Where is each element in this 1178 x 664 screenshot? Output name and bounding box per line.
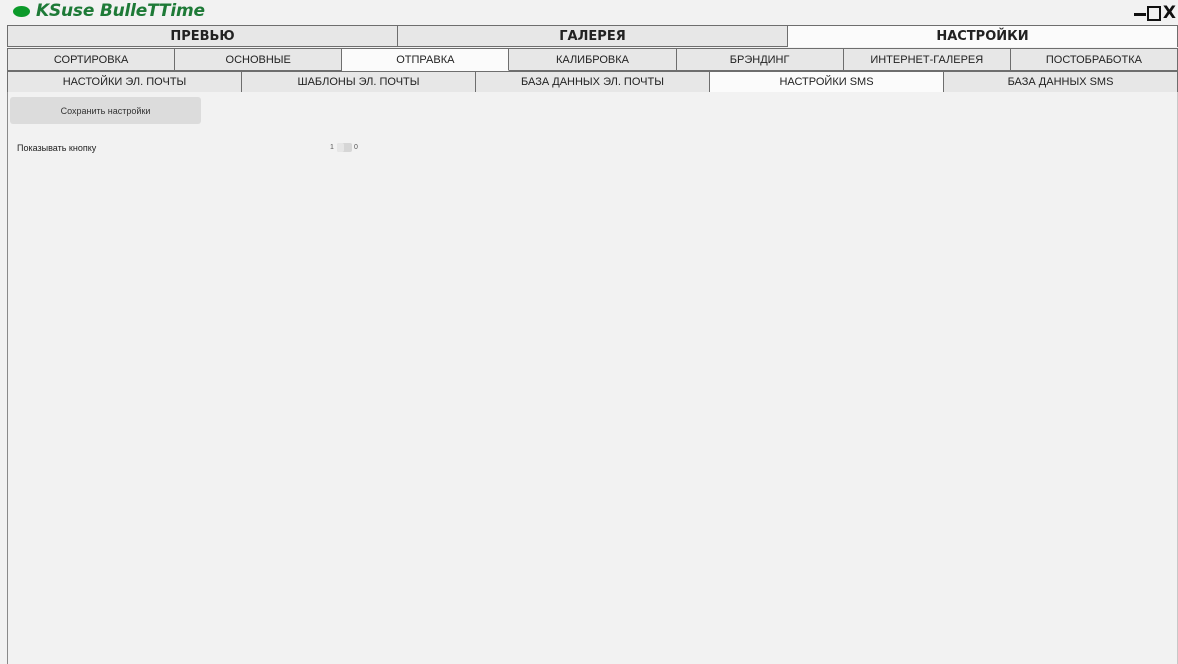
sms-settings-panel [7, 92, 1178, 664]
tab-sending[interactable]: ОТПРАВКА [342, 48, 510, 71]
main-tabs: ПРЕВЬЮ ГАЛЕРЕЯ НАСТРОЙКИ [7, 25, 1178, 47]
app-logo-icon [13, 6, 30, 17]
tab-email-templates[interactable]: ШАБЛОНЫ ЭЛ. ПОЧТЫ [242, 71, 476, 93]
window-controls: X [1133, 3, 1176, 23]
title-bar: KSuse BulleTTime X [0, 0, 1178, 22]
tab-email-database[interactable]: БАЗА ДАННЫХ ЭЛ. ПОЧТЫ [476, 71, 710, 93]
settings-tabs: СОРТИРОВКА ОСНОВНЫЕ ОТПРАВКА КАЛИБРОВКА … [7, 48, 1178, 71]
tab-postprocessing[interactable]: ПОСТОБРАБОТКА [1010, 48, 1178, 71]
tab-calibration[interactable]: КАЛИБРОВКА [509, 48, 677, 71]
toggle-on-label: 1 [330, 144, 334, 151]
tab-gallery[interactable]: ГАЛЕРЕЯ [398, 25, 788, 47]
send-tabs: НАСТОЙКИ ЭЛ. ПОЧТЫ ШАБЛОНЫ ЭЛ. ПОЧТЫ БАЗ… [7, 71, 1178, 93]
tab-settings[interactable]: НАСТРОЙКИ [788, 25, 1178, 47]
tab-preview[interactable]: ПРЕВЬЮ [7, 25, 398, 47]
tab-sorting[interactable]: СОРТИРОВКА [7, 48, 176, 71]
show-button-toggle[interactable] [337, 143, 352, 152]
show-button-label: Показывать кнопку [17, 143, 97, 153]
tab-internet-gallery[interactable]: ИНТЕРНЕТ-ГАЛЕРЕЯ [843, 48, 1011, 71]
toggle-knob[interactable] [337, 143, 344, 152]
save-settings-button[interactable]: Сохранить настройки [10, 97, 201, 124]
tab-general[interactable]: ОСНОВНЫЕ [175, 48, 343, 71]
minimize-icon[interactable] [1133, 5, 1146, 21]
maximize-icon[interactable] [1146, 5, 1161, 21]
app-title: KSuse BulleTTime [36, 1, 205, 21]
close-icon[interactable]: X [1162, 5, 1176, 22]
toggle-off-label: 0 [354, 144, 358, 151]
tab-email-settings[interactable]: НАСТОЙКИ ЭЛ. ПОЧТЫ [7, 71, 242, 93]
tab-sms-database[interactable]: БАЗА ДАННЫХ SMS [944, 71, 1178, 93]
tab-branding[interactable]: БРЭНДИНГ [676, 48, 844, 71]
tab-sms-settings[interactable]: НАСТРОЙКИ SMS [710, 71, 944, 93]
